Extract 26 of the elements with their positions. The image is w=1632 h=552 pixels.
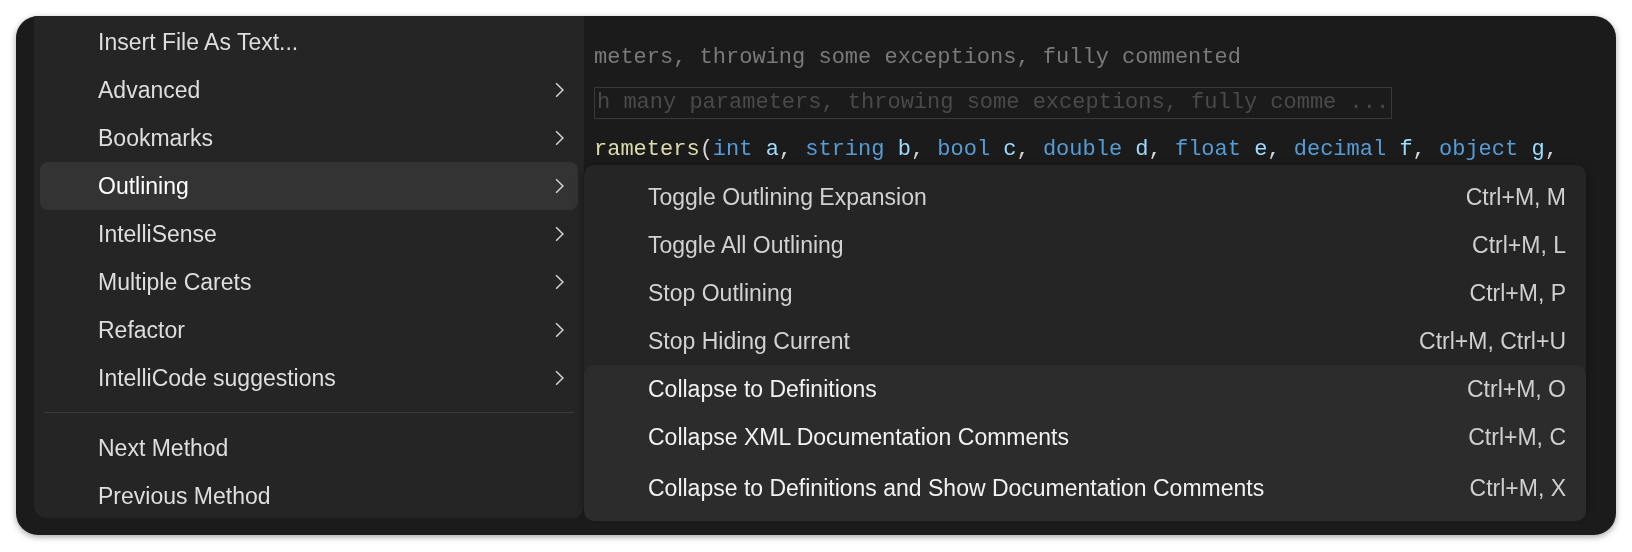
menu-item[interactable]: IntelliSense: [40, 210, 578, 258]
chevron-right-icon: [555, 370, 564, 386]
menu-item[interactable]: Advanced: [40, 66, 578, 114]
menu-item[interactable]: Previous Method: [40, 472, 578, 520]
chevron-right-icon: [555, 274, 564, 290]
menu-item[interactable]: Toggle All Outlining Ctrl+M, L: [584, 221, 1586, 269]
menu-item[interactable]: Collapse to Definitions Ctrl+M, O: [584, 365, 1586, 413]
menu-item[interactable]: Refactor: [40, 306, 578, 354]
chevron-right-icon: [555, 226, 564, 242]
code-comment: meters, throwing some exceptions, fully commented: [594, 44, 1241, 70]
chevron-right-icon: [555, 178, 564, 194]
menu-item[interactable]: Stop Outlining Ctrl+M, P: [584, 269, 1586, 317]
menu-item[interactable]: Insert File As Text...: [40, 18, 578, 66]
chevron-right-icon: [555, 130, 564, 146]
menu-item[interactable]: Collapse to Definitions and Show Documentation Comments Ctrl+M, X: [584, 461, 1586, 521]
menu-item[interactable]: Toggle Outlining Expansion Ctrl+M, M: [584, 173, 1586, 221]
menu-item[interactable]: Next Method: [40, 424, 578, 472]
menu-item[interactable]: Outlining: [40, 162, 578, 210]
chevron-right-icon: [555, 82, 564, 98]
menu-item[interactable]: Collapse XML Documentation Comments Ctrl+M, C: [584, 413, 1586, 461]
chevron-right-icon: [555, 322, 564, 338]
code-line: rameters(int a, string b, bool c, double d, float e, decimal f, object g,: [594, 136, 1558, 162]
menu-item[interactable]: Stop Hiding Current Ctrl+M, Ctrl+U: [584, 317, 1586, 365]
menu-item[interactable]: Multiple Carets: [40, 258, 578, 306]
menu-item[interactable]: IntelliCode suggestions: [40, 354, 578, 402]
menu-item[interactable]: Bookmarks: [40, 114, 578, 162]
